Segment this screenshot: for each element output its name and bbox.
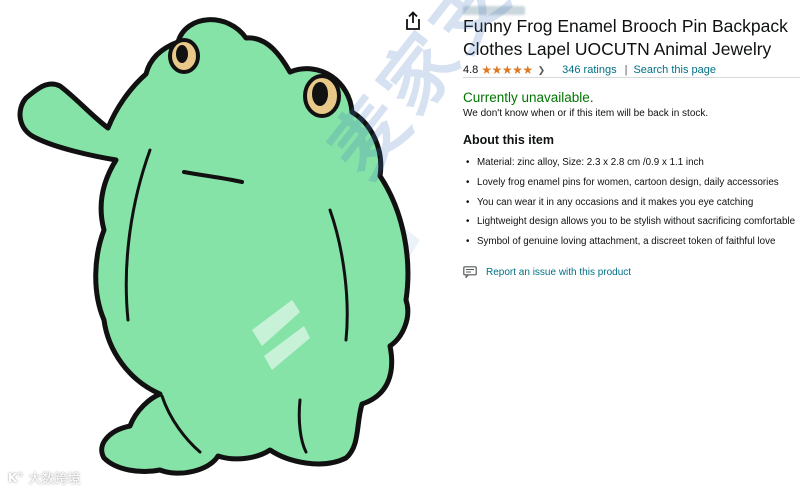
star-rating-icon[interactable]: ★★★★★ [481, 63, 533, 77]
availability-note: We don't know when or if this item will … [463, 108, 709, 119]
report-issue-link[interactable]: Report an issue with this product [463, 266, 631, 278]
product-image[interactable]: K° 大数跨境 [0, 0, 432, 493]
frog-pin-illustration [17, 17, 420, 476]
product-info: Funny Frog Enamel Brooch Pin Backpack Cl… [463, 0, 800, 493]
availability-status: Currently unavailable. [463, 90, 594, 105]
divider [463, 77, 800, 78]
feature-bullet: Lovely frog enamel pins for women, carto… [463, 173, 795, 193]
feature-bullet: Material: zinc alloy, Size: 2.3 x 2.8 cm… [463, 153, 795, 173]
about-heading: About this item [463, 133, 554, 147]
rating-value: 4.8 [463, 64, 479, 76]
product-title: Funny Frog Enamel Brooch Pin Backpack Cl… [463, 16, 788, 59]
feature-bullets: Material: zinc alloy, Size: 2.3 x 2.8 cm… [463, 153, 795, 252]
feature-bullet: You can wear it in any occasions and it … [463, 193, 795, 213]
brand-link-blurred[interactable] [463, 6, 525, 15]
chevron-down-icon[interactable]: ❯ [538, 65, 546, 76]
report-flag-icon [463, 266, 477, 278]
share-icon[interactable] [402, 10, 424, 32]
rating-row: 4.8 ★★★★★ ❯ 346 ratings | Search this pa… [463, 63, 716, 77]
watermark-brand: K° 大数跨境 [8, 470, 81, 488]
separator: | [624, 64, 628, 76]
ratings-count-link[interactable]: 346 ratings [562, 64, 616, 76]
search-this-page-link[interactable]: Search this page [633, 64, 716, 76]
feature-bullet: Symbol of genuine loving attachment, a d… [463, 232, 795, 252]
feature-bullet: Lightweight design allows you to be styl… [463, 212, 795, 232]
